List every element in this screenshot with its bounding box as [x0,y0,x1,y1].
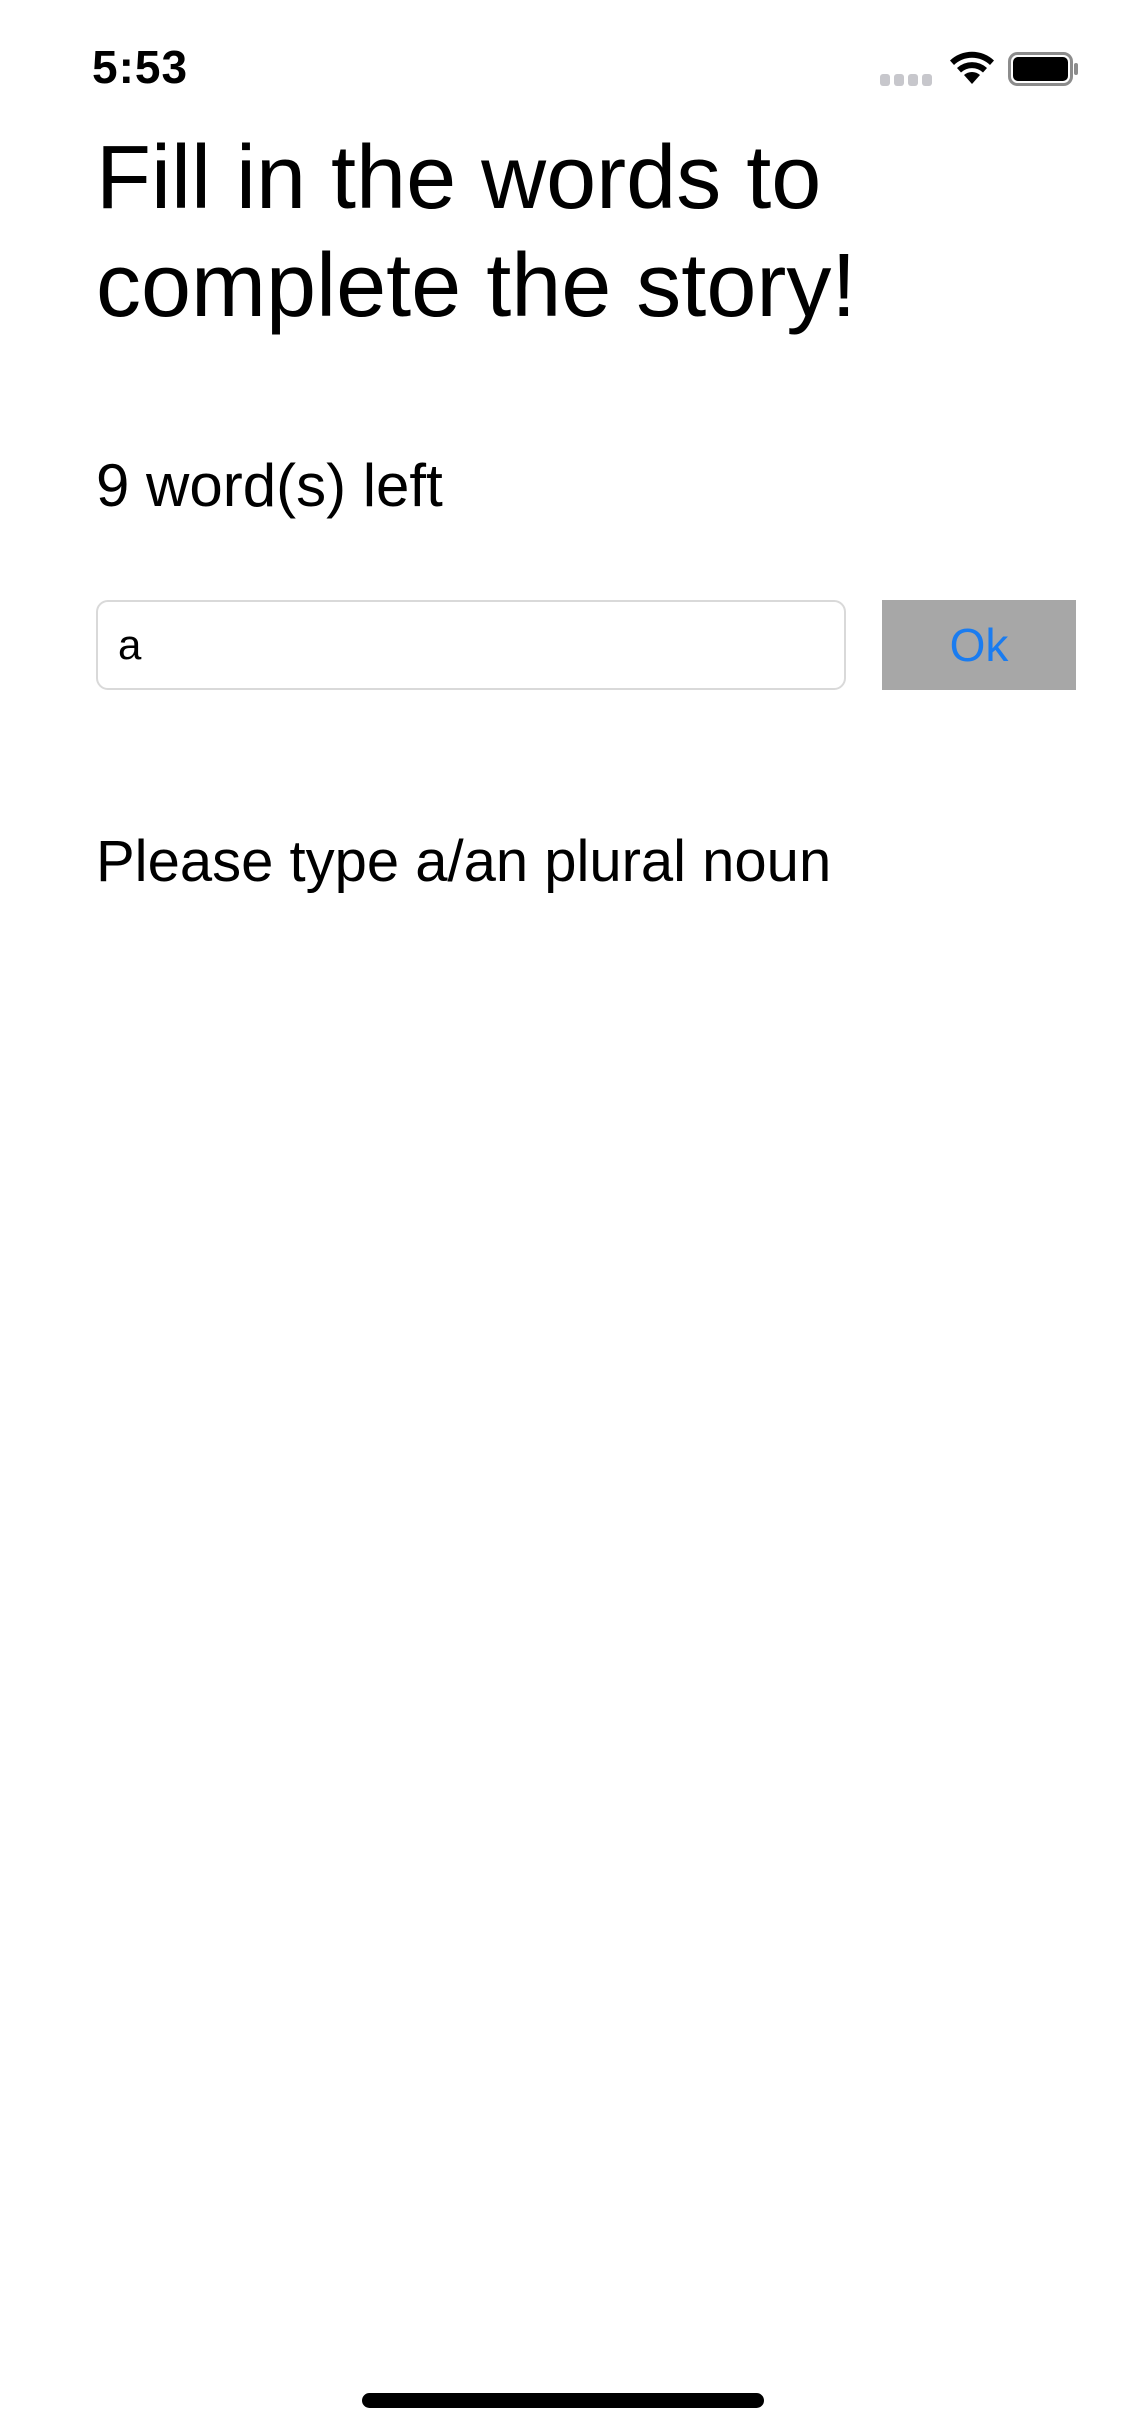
status-time: 5:53 [92,41,189,93]
cellular-signal-icon [880,74,932,86]
page-title: Fill in the words to complete the story! [96,128,857,336]
wifi-icon [950,51,994,84]
words-left-counter: 9 word(s) left [96,452,443,519]
ok-button[interactable]: Ok [882,600,1076,690]
word-input[interactable] [96,600,846,690]
home-indicator [362,2393,764,2408]
battery-icon [1008,52,1078,86]
word-prompt: Please type a/an plural noun [96,829,832,894]
status-bar: 5:53 [0,0,1125,132]
